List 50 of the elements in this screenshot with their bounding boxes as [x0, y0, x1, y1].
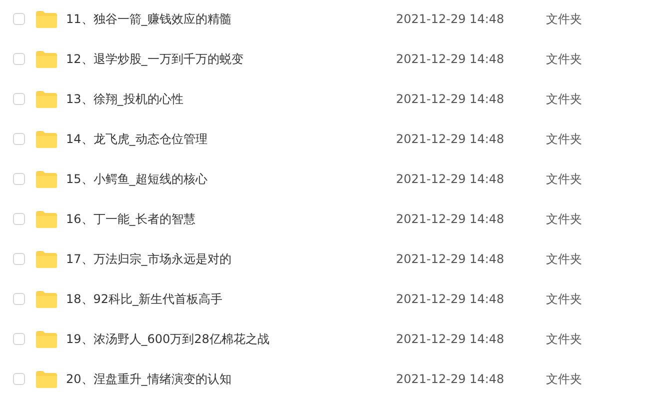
- file-name[interactable]: 19、浓汤野人_600万到28亿棉花之战: [66, 330, 396, 348]
- folder-icon: [36, 130, 57, 148]
- checkbox[interactable]: [13, 133, 25, 145]
- file-type: 文件夹: [546, 290, 582, 308]
- modified-date: 2021-12-29 14:48: [396, 52, 506, 66]
- file-name[interactable]: 18、92科比_新生代首板高手: [66, 290, 396, 308]
- folder-icon: [36, 50, 57, 68]
- modified-date: 2021-12-29 14:48: [396, 332, 506, 346]
- file-name[interactable]: 11、独谷一箭_赚钱效应的精髓: [66, 10, 396, 28]
- file-name[interactable]: 14、龙飞虎_动态仓位管理: [66, 130, 396, 148]
- file-type: 文件夹: [546, 330, 582, 348]
- file-name[interactable]: 16、丁一能_长者的智慧: [66, 210, 396, 228]
- file-name[interactable]: 15、小鳄鱼_超短线的核心: [66, 170, 396, 188]
- file-type: 文件夹: [546, 90, 582, 108]
- folder-icon: [36, 330, 57, 348]
- modified-date: 2021-12-29 14:48: [396, 252, 506, 266]
- folder-icon: [36, 250, 57, 268]
- file-name[interactable]: 12、退学炒股_一万到千万的蜕变: [66, 50, 396, 68]
- folder-icon: [36, 210, 57, 228]
- checkbox[interactable]: [13, 53, 25, 65]
- folder-icon: [36, 90, 57, 108]
- modified-date: 2021-12-29 14:48: [396, 12, 506, 26]
- modified-date: 2021-12-29 14:48: [396, 372, 506, 386]
- file-type: 文件夹: [546, 50, 582, 68]
- checkbox[interactable]: [13, 173, 25, 185]
- folder-icon: [36, 290, 57, 308]
- folder-icon: [36, 10, 57, 28]
- folder-icon: [36, 370, 57, 388]
- modified-date: 2021-12-29 14:48: [396, 292, 506, 306]
- file-type: 文件夹: [546, 370, 582, 388]
- modified-date: 2021-12-29 14:48: [396, 92, 506, 106]
- file-name[interactable]: 17、万法归宗_市场永远是对的: [66, 250, 396, 268]
- file-type: 文件夹: [546, 210, 582, 228]
- file-name[interactable]: 13、徐翔_投机的心性: [66, 90, 396, 108]
- checkbox[interactable]: [13, 293, 25, 305]
- checkbox[interactable]: [13, 13, 25, 25]
- file-type: 文件夹: [546, 130, 582, 148]
- file-type: 文件夹: [546, 10, 582, 28]
- modified-date: 2021-12-29 14:48: [396, 172, 506, 186]
- file-name[interactable]: 20、涅盘重升_情绪演变的认知: [66, 370, 396, 388]
- modified-date: 2021-12-29 14:48: [396, 212, 506, 226]
- file-type: 文件夹: [546, 170, 582, 188]
- checkbox[interactable]: [13, 253, 25, 265]
- checkbox[interactable]: [13, 373, 25, 385]
- checkbox[interactable]: [13, 93, 25, 105]
- file-type: 文件夹: [546, 250, 582, 268]
- checkbox[interactable]: [13, 333, 25, 345]
- modified-date: 2021-12-29 14:48: [396, 132, 506, 146]
- checkbox[interactable]: [13, 213, 25, 225]
- folder-icon: [36, 170, 57, 188]
